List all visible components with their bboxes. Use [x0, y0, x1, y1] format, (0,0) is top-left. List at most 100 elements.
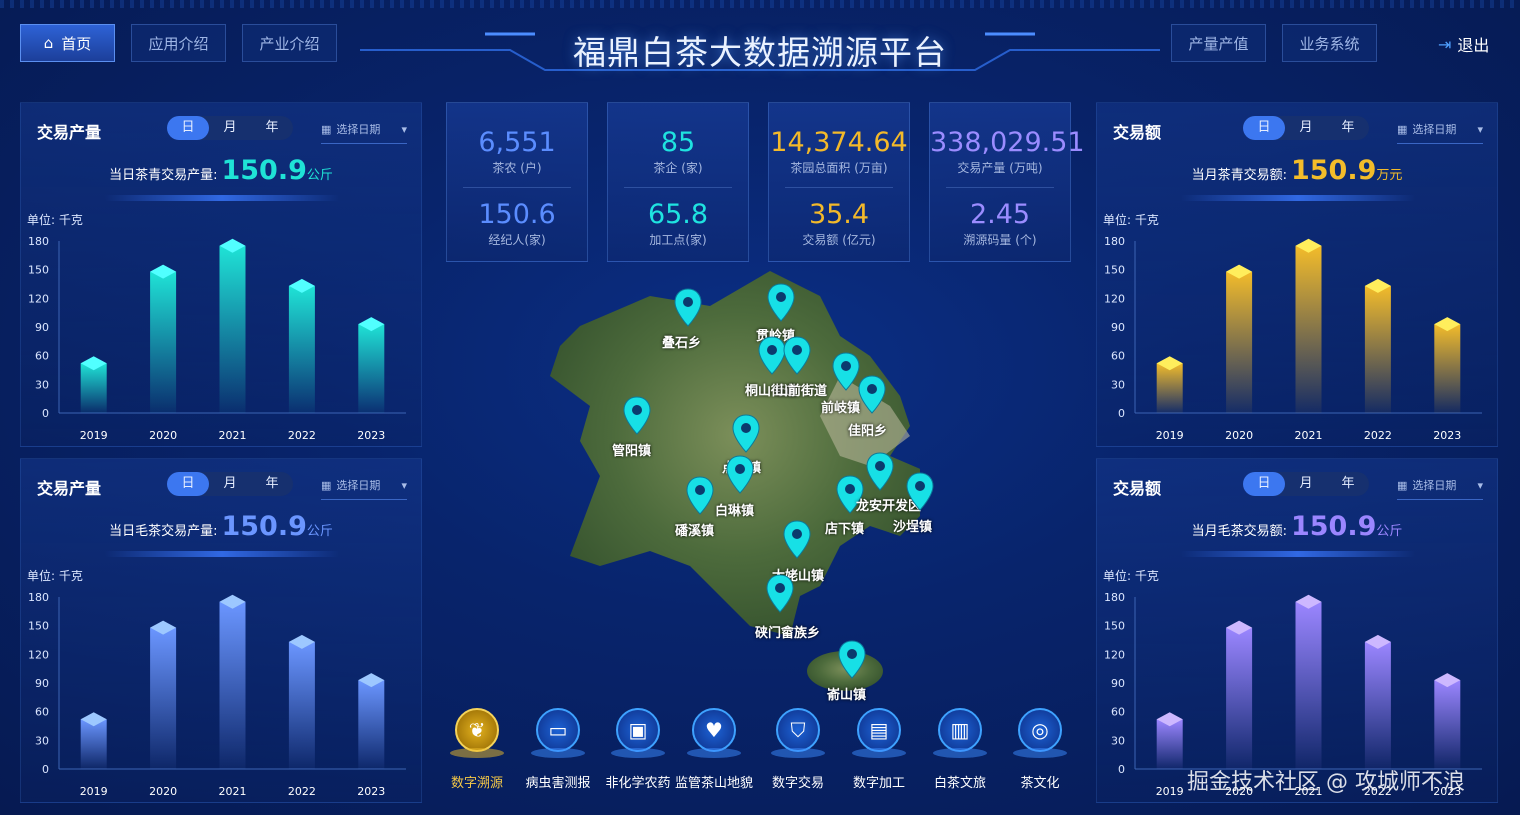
date-picker[interactable]: ▦ 选择日期 ▾ — [321, 477, 407, 500]
period-option[interactable]: 日 — [167, 116, 209, 140]
bar[interactable] — [219, 601, 246, 769]
menu-item-monitor[interactable]: ▭ 病虫害测报 — [518, 708, 598, 791]
map-pin-icon[interactable] — [685, 476, 715, 516]
highlight-number: 150.9 — [1290, 511, 1377, 542]
logout-button[interactable]: ⇥ 退出 — [1438, 32, 1489, 56]
shield-icon: ⛉ — [776, 708, 820, 752]
map-pin-icon[interactable] — [837, 640, 867, 680]
date-picker[interactable]: ▦ 选择日期 ▾ — [321, 121, 407, 144]
map-pin-icon[interactable] — [865, 452, 895, 492]
y-tick-label: 120 — [28, 648, 49, 661]
period-toggle[interactable]: 日月年 — [167, 472, 293, 496]
y-tick-label: 30 — [35, 734, 49, 747]
highlight-number: 150.9 — [221, 511, 307, 542]
period-option[interactable]: 年 — [251, 472, 293, 496]
period-option[interactable]: 月 — [209, 116, 251, 140]
period-option[interactable]: 年 — [251, 116, 293, 140]
y-tick-label: 60 — [35, 706, 49, 719]
period-option[interactable]: 月 — [209, 472, 251, 496]
stat-card: 14,374.64 茶园总面积 (万亩) 35.4 交易额 (亿元) — [768, 102, 910, 262]
map-pin-label: 白琳镇 — [715, 504, 755, 519]
bar[interactable] — [288, 285, 315, 413]
y-tick-label: 60 — [35, 350, 49, 363]
stat-bottom-label: 交易额 (亿元) — [802, 233, 876, 247]
stat-bottom-value: 150.6 — [478, 199, 556, 230]
period-toggle[interactable]: 日月年 — [1243, 116, 1369, 140]
highlight-label: 当月毛茶交易额: — [1191, 524, 1287, 539]
menu-item-leaf[interactable]: ❦ 数字溯源 — [437, 708, 517, 791]
period-toggle[interactable]: 日月年 — [167, 116, 293, 140]
bar[interactable] — [1434, 324, 1461, 413]
map-pin-icon[interactable] — [673, 288, 703, 328]
bar[interactable] — [1364, 285, 1391, 413]
calendar-icon: ▦ — [1397, 122, 1408, 136]
nav-industry-intro-button[interactable]: 产业介绍 — [242, 24, 337, 62]
period-option[interactable]: 月 — [1285, 116, 1327, 140]
bar[interactable] — [1226, 271, 1253, 413]
y-tick-label: 120 — [1104, 292, 1125, 305]
date-picker[interactable]: ▦ 选择日期 ▾ — [1397, 477, 1483, 500]
menu-item-coins[interactable]: ◎ 茶文化 — [1000, 708, 1080, 791]
period-option[interactable]: 日 — [1243, 472, 1285, 496]
map-pin-icon[interactable] — [857, 375, 887, 415]
bar[interactable] — [1295, 245, 1322, 413]
map-pin-icon[interactable] — [766, 283, 796, 323]
nav-output-value-button[interactable]: 产量产值 — [1171, 24, 1266, 62]
period-option[interactable]: 年 — [1327, 472, 1369, 496]
menu-item-heart-hand[interactable]: ♥ 监管茶山地貌 — [674, 708, 754, 791]
y-tick-label: 0 — [1118, 407, 1125, 420]
bar[interactable] — [80, 719, 107, 769]
map-pin-icon[interactable] — [725, 455, 755, 495]
bar[interactable] — [1295, 601, 1322, 769]
map-pin-label: 叠石乡 — [662, 336, 702, 351]
highlight-unit: 公斤 — [306, 168, 333, 183]
map-pin-icon[interactable] — [905, 472, 935, 512]
bar[interactable] — [219, 245, 246, 413]
bar[interactable] — [1364, 641, 1391, 769]
bar[interactable] — [358, 324, 385, 413]
date-picker-label: 选择日期 — [1412, 479, 1457, 492]
x-tick-label: 2019 — [1156, 785, 1184, 798]
bar[interactable] — [1434, 680, 1461, 769]
nav-business-button[interactable]: 业务系统 — [1282, 24, 1377, 62]
map-pin-icon[interactable] — [731, 414, 761, 454]
highlight-value: 当月毛茶交易额: 150.9公斤 — [1097, 511, 1497, 542]
date-picker[interactable]: ▦ 选择日期 ▾ — [1397, 121, 1483, 144]
bar[interactable] — [1156, 719, 1183, 769]
bar[interactable] — [80, 363, 107, 413]
menu-item-box[interactable]: ▣ 非化学农药 — [598, 708, 678, 791]
bar[interactable] — [150, 627, 177, 769]
menu-item-shield[interactable]: ⛉ 数字交易 — [758, 708, 838, 791]
y-tick-label: 30 — [1111, 734, 1125, 747]
map-pin-icon[interactable] — [622, 396, 652, 436]
bar[interactable] — [358, 680, 385, 769]
y-tick-label: 60 — [1111, 350, 1125, 363]
nav-home-button[interactable]: ⌂ 首页 — [20, 24, 115, 62]
icon-platform — [687, 748, 741, 758]
stat-top-label: 交易产量 (万吨) — [957, 161, 1043, 175]
bar[interactable] — [1226, 627, 1253, 769]
panel-title: 交易产量 — [37, 123, 102, 142]
date-picker-label: 选择日期 — [336, 479, 381, 492]
map-pin-icon[interactable] — [782, 520, 812, 560]
date-picker-label: 选择日期 — [336, 123, 381, 136]
bar[interactable] — [150, 271, 177, 413]
panel-title: 交易额 — [1113, 123, 1162, 142]
nav-app-intro-button[interactable]: 应用介绍 — [131, 24, 226, 62]
period-option[interactable]: 日 — [167, 472, 209, 496]
map-pin-label: 磻溪镇 — [675, 524, 715, 539]
menu-item-book[interactable]: ▥ 白茶文旅 — [920, 708, 1000, 791]
menu-item-factory[interactable]: ▤ 数字加工 — [839, 708, 919, 791]
period-toggle[interactable]: 日月年 — [1243, 472, 1369, 496]
map-pin-icon[interactable] — [782, 336, 812, 376]
map-pin-icon[interactable] — [765, 574, 795, 614]
period-option[interactable]: 月 — [1285, 472, 1327, 496]
monitor-icon: ▭ — [536, 708, 580, 752]
stat-top-label: 茶企 (家) — [653, 161, 703, 175]
period-option[interactable]: 年 — [1327, 116, 1369, 140]
bar[interactable] — [1156, 363, 1183, 413]
period-option[interactable]: 日 — [1243, 116, 1285, 140]
stat-bottom-label: 经纪人(家) — [488, 233, 546, 247]
title-area: 福鼎白茶大数据溯源平台 — [360, 8, 1160, 78]
bar[interactable] — [288, 641, 315, 769]
